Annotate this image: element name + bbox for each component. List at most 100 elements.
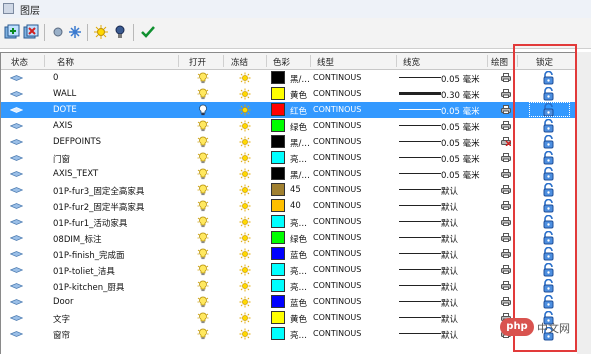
layer-status-icon[interactable] (10, 203, 23, 209)
color-swatch[interactable] (271, 119, 285, 132)
header-freeze[interactable]: 冻结 (231, 56, 248, 68)
color-name[interactable]: 黑/… (290, 137, 312, 149)
color-name[interactable]: 45 (290, 185, 312, 195)
printer-icon[interactable] (501, 233, 511, 242)
sun-thaw-icon[interactable] (239, 184, 251, 196)
lineweight-value[interactable]: 默认 (441, 185, 458, 197)
bulb-on-icon[interactable] (197, 248, 209, 260)
linetype-value[interactable]: CONTINOUS (313, 121, 361, 130)
column-divider[interactable] (487, 55, 488, 67)
sun-thaw-icon[interactable] (239, 72, 251, 84)
color-swatch[interactable] (271, 167, 285, 180)
color-swatch[interactable] (271, 231, 285, 244)
printer-icon[interactable] (501, 185, 511, 194)
header-color[interactable]: 色彩 (273, 56, 290, 68)
color-name[interactable]: 亮… (290, 217, 312, 229)
layer-row[interactable]: DOTE 红色 CONTINOUS 0.05 毫米 (1, 102, 575, 118)
layer-status-icon[interactable] (10, 107, 23, 113)
layer-name[interactable]: WALL (53, 89, 76, 99)
layer-row[interactable]: 01P-kitchen_厨具 亮… CONTINOUS 默认 (1, 278, 575, 294)
lineweight-value[interactable]: 默认 (441, 281, 458, 293)
layer-status-icon[interactable] (10, 331, 23, 337)
linetype-value[interactable]: CONTINOUS (313, 153, 361, 162)
lineweight-value[interactable]: 默认 (441, 329, 458, 341)
layer-row[interactable]: 0 黑/… CONTINOUS 0.05 毫米 (1, 70, 575, 86)
lineweight-value[interactable]: 默认 (441, 297, 458, 309)
layer-status-icon[interactable] (10, 283, 23, 289)
color-name[interactable]: 红色 (290, 105, 312, 117)
color-name[interactable]: 绿色 (290, 121, 312, 133)
color-swatch[interactable] (271, 311, 285, 324)
printer-icon[interactable] (501, 297, 511, 306)
header-linetype[interactable]: 线型 (317, 56, 334, 68)
linetype-value[interactable]: CONTINOUS (313, 201, 361, 210)
column-divider[interactable] (310, 55, 311, 67)
layer-row[interactable]: AXIS_TEXT 黑/… CONTINOUS 0.05 毫米 (1, 166, 575, 182)
sun-thaw-icon[interactable] (239, 88, 251, 100)
linetype-value[interactable]: CONTINOUS (313, 185, 361, 194)
printer-icon[interactable] (501, 281, 511, 290)
color-swatch[interactable] (271, 279, 285, 292)
layer-status-icon[interactable] (10, 187, 23, 193)
layer-name[interactable]: 01P-fur2_固定半高家具 (53, 201, 144, 213)
lineweight-value[interactable]: 0.05 毫米 (441, 137, 480, 149)
sun-thaw-icon[interactable] (239, 264, 251, 276)
bulb-on-icon[interactable] (197, 136, 209, 148)
layer-name[interactable]: DOTE (53, 105, 77, 115)
color-name[interactable]: 亮… (290, 329, 312, 341)
header-plot[interactable]: 绘图 (491, 56, 508, 68)
color-name[interactable]: 绿色 (290, 233, 312, 245)
lineweight-value[interactable]: 默认 (441, 313, 458, 325)
layer-name[interactable]: DEFPOINTS (53, 137, 101, 147)
linetype-value[interactable]: CONTINOUS (313, 313, 361, 322)
color-name[interactable]: 亮… (290, 265, 312, 277)
freeze-all-icon[interactable] (50, 24, 66, 40)
color-swatch[interactable] (271, 151, 285, 164)
bulb-on-icon[interactable] (197, 216, 209, 228)
layer-status-icon[interactable] (10, 171, 23, 177)
bulb-on-icon[interactable] (197, 328, 209, 340)
layer-name[interactable]: 0 (53, 73, 58, 83)
layer-row[interactable]: 01P-fur2_固定半高家具 40 CONTINOUS 默认 (1, 198, 575, 214)
color-swatch[interactable] (271, 71, 285, 84)
printer-icon[interactable] (501, 217, 511, 226)
layer-status-icon[interactable] (10, 315, 23, 321)
layer-status-icon[interactable] (10, 267, 23, 273)
layer-name[interactable]: 01P-finish_完成面 (53, 249, 125, 261)
lineweight-value[interactable]: 0.05 毫米 (441, 169, 480, 181)
printer-icon[interactable] (501, 265, 511, 274)
bulb-on-icon[interactable] (197, 296, 209, 308)
lightbulb-off-icon[interactable] (112, 24, 128, 40)
layer-row[interactable]: Door 蓝色 CONTINOUS 默认 (1, 294, 575, 310)
layer-name[interactable]: 门窗 (53, 153, 70, 165)
color-swatch[interactable] (271, 199, 285, 212)
linetype-value[interactable]: CONTINOUS (313, 233, 361, 242)
bulb-on-icon[interactable] (197, 264, 209, 276)
layer-row[interactable]: 门窗 亮… CONTINOUS 0.05 毫米 (1, 150, 575, 166)
color-swatch[interactable] (271, 183, 285, 196)
sun-thaw-icon[interactable] (239, 136, 251, 148)
layer-name[interactable]: AXIS (53, 121, 73, 131)
color-swatch[interactable] (271, 295, 285, 308)
header-lineweight[interactable]: 线宽 (403, 56, 420, 68)
printer-icon[interactable] (501, 249, 511, 258)
color-name[interactable]: 亮… (290, 281, 312, 293)
layer-name[interactable]: Door (53, 297, 73, 307)
linetype-value[interactable]: CONTINOUS (313, 217, 361, 226)
layer-name[interactable]: 窗帘 (53, 329, 70, 341)
bulb-on-icon[interactable] (197, 312, 209, 324)
layer-row[interactable]: DEFPOINTS 黑/… CONTINOUS 0.05 毫米 (1, 134, 575, 150)
layer-row[interactable]: 01P-fur1_活动家具 亮… CONTINOUS 默认 (1, 214, 575, 230)
lineweight-value[interactable]: 0.05 毫米 (441, 153, 480, 165)
lineweight-value[interactable]: 默认 (441, 201, 458, 213)
lineweight-value[interactable]: 0.30 毫米 (441, 89, 480, 101)
bulb-on-icon[interactable] (197, 200, 209, 212)
color-name[interactable]: 蓝色 (290, 297, 312, 309)
layer-status-icon[interactable] (10, 75, 23, 81)
layer-status-icon[interactable] (10, 219, 23, 225)
linetype-value[interactable]: CONTINOUS (313, 265, 361, 274)
lineweight-value[interactable]: 默认 (441, 249, 458, 261)
color-name[interactable]: 黑/… (290, 73, 312, 85)
layer-status-icon[interactable] (10, 299, 23, 305)
printer-icon[interactable] (501, 105, 511, 114)
